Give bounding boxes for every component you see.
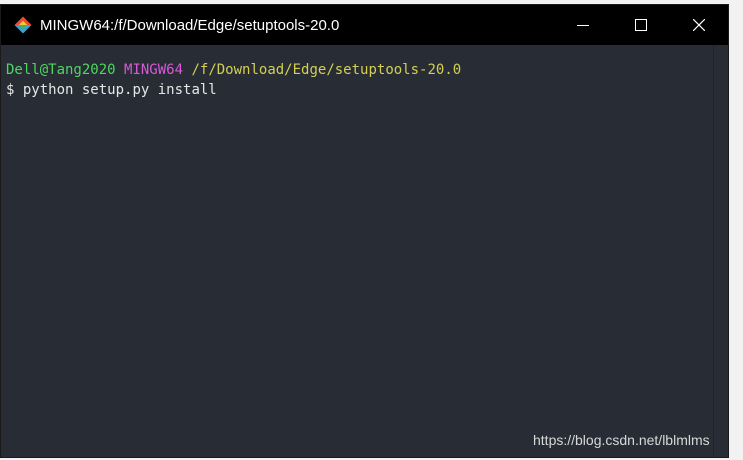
command-line: $ python setup.py install	[6, 80, 714, 100]
close-icon	[693, 19, 705, 31]
vertical-scrollbar[interactable]	[713, 45, 728, 457]
prompt-env: MINGW64	[124, 62, 184, 78]
command-text: python setup.py install	[22, 82, 217, 98]
close-button[interactable]	[670, 5, 728, 45]
prompt-line: Dell@Tang2020 MINGW64 /f/Download/Edge/s…	[6, 60, 714, 80]
prompt-symbol: $	[6, 82, 15, 98]
window-controls	[554, 5, 728, 45]
maximize-button[interactable]	[612, 5, 670, 45]
prompt-user-host: Dell@Tang2020	[6, 62, 116, 78]
git-bash-icon[interactable]	[14, 16, 32, 34]
window-title: MINGW64:/f/Download/Edge/setuptools-20.0	[40, 16, 340, 34]
terminal-window: MINGW64:/f/Download/Edge/setuptools-20.0…	[0, 4, 729, 458]
minimize-icon	[577, 25, 589, 26]
watermark: https://blog.csdn.net/lblmlms	[533, 432, 710, 448]
prompt-path: /f/Download/Edge/setuptools-20.0	[191, 62, 462, 78]
minimize-button[interactable]	[554, 5, 612, 45]
maximize-icon	[635, 19, 647, 31]
title-bar[interactable]: MINGW64:/f/Download/Edge/setuptools-20.0	[1, 5, 728, 45]
terminal-output[interactable]: Dell@Tang2020 MINGW64 /f/Download/Edge/s…	[1, 45, 714, 457]
